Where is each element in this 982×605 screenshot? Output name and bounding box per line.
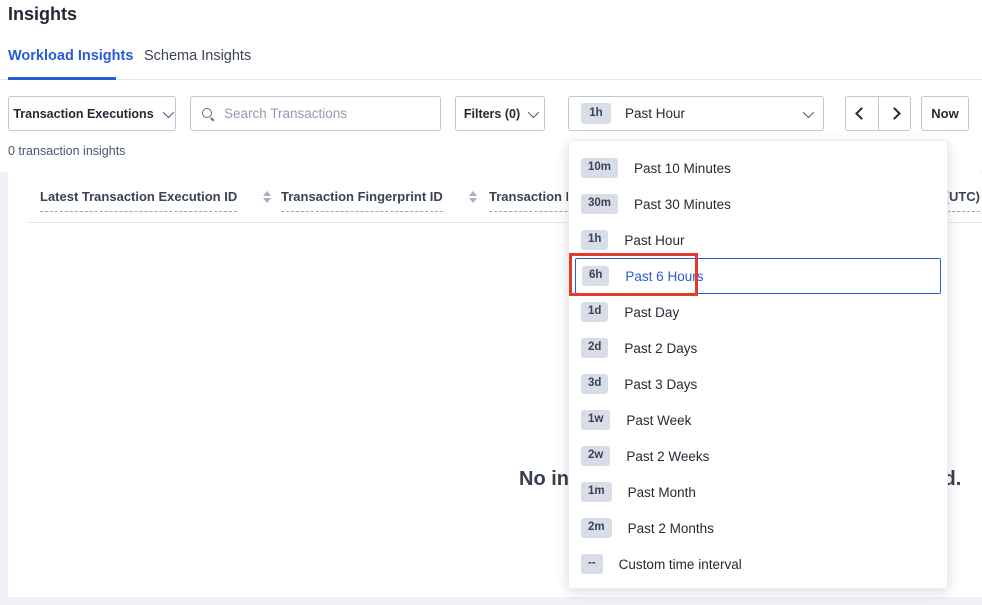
time-interval-dropdown: 10m Past 10 Minutes 30m Past 30 Minutes … (568, 140, 948, 589)
time-option-past-2-days[interactable]: 2d Past 2 Days (569, 330, 947, 366)
column-header-latest-transaction-execution-id[interactable]: Latest Transaction Execution ID (40, 188, 271, 212)
time-option-past-week[interactable]: 1w Past Week (569, 402, 947, 438)
time-interval-label: Past Hour (625, 106, 685, 121)
tab-schema-insights[interactable]: Schema Insights (144, 48, 251, 64)
search-input[interactable] (224, 106, 430, 121)
tab-workload-insights-label: Workload Insights (8, 48, 133, 64)
chevron-down-icon (162, 106, 173, 117)
insights-page: Insights Workload Insights Schema Insigh… (0, 0, 982, 605)
sort-icon[interactable] (263, 191, 271, 203)
time-option-label: Past 2 Months (628, 521, 714, 536)
filters-button[interactable]: Filters (0) (455, 96, 545, 131)
now-button[interactable]: Now (921, 96, 969, 131)
time-interval-select[interactable]: 1h Past Hour (568, 96, 824, 131)
chevron-left-icon (856, 107, 869, 120)
time-next-button[interactable] (878, 97, 910, 130)
time-option-badge: 2w (581, 446, 610, 466)
time-option-label: Past 3 Days (624, 377, 697, 392)
time-option-past-month[interactable]: 1m Past Month (569, 474, 947, 510)
time-option-label: Past 2 Weeks (626, 449, 709, 464)
time-option-badge: 10m (581, 158, 618, 178)
search-box (190, 96, 441, 131)
time-option-badge: 3d (581, 374, 608, 394)
time-option-badge: 1d (581, 302, 608, 322)
tabs-divider (0, 79, 982, 80)
workload-type-select-label: Transaction Executions (13, 107, 153, 121)
sort-icon[interactable] (469, 191, 477, 203)
time-option-past-30-minutes[interactable]: 30m Past 30 Minutes (569, 186, 947, 222)
time-option-badge: 2d (581, 338, 608, 358)
time-option-custom-time-interval[interactable]: -- Custom time interval (569, 546, 947, 582)
time-option-past-3-days[interactable]: 3d Past 3 Days (569, 366, 947, 402)
chevron-right-icon (888, 107, 901, 120)
time-option-label: Past 2 Days (624, 341, 697, 356)
insights-count: 0 transaction insights (8, 144, 125, 158)
time-option-past-2-weeks[interactable]: 2w Past 2 Weeks (569, 438, 947, 474)
time-option-badge: 1m (581, 482, 612, 502)
time-option-badge: 30m (581, 194, 618, 214)
time-option-label: Past Month (628, 485, 696, 500)
time-option-badge: 2m (581, 518, 612, 538)
time-option-past-2-months[interactable]: 2m Past 2 Months (569, 510, 947, 546)
workload-type-select[interactable]: Transaction Executions (8, 96, 176, 131)
time-option-label: Past 30 Minutes (634, 197, 731, 212)
time-option-label: Past Week (626, 413, 691, 428)
column-header-label: Latest Transaction Execution ID (40, 188, 237, 212)
page-title: Insights (8, 4, 77, 25)
column-header-label: Transaction Fingerprint ID (281, 188, 443, 212)
time-option-badge: 1w (581, 410, 610, 430)
time-nav-group (845, 96, 911, 131)
column-header-transaction-fingerprint-id[interactable]: Transaction Fingerprint ID (281, 188, 477, 212)
chevron-down-icon (528, 106, 539, 117)
annotation-highlight-box (569, 253, 698, 296)
active-tab-indicator (8, 77, 116, 80)
tab-workload-insights[interactable]: Workload Insights (8, 48, 133, 64)
filters-button-label: Filters (0) (464, 107, 520, 121)
time-option-label: Past 10 Minutes (634, 161, 731, 176)
time-interval-badge: 1h (581, 103, 611, 125)
chevron-down-icon (803, 106, 814, 117)
tab-schema-insights-label: Schema Insights (144, 48, 251, 64)
time-option-label: Custom time interval (619, 557, 742, 572)
search-icon (201, 107, 215, 121)
time-option-past-day[interactable]: 1d Past Day (569, 294, 947, 330)
time-option-badge: 1h (581, 230, 608, 250)
time-option-past-10-minutes[interactable]: 10m Past 10 Minutes (569, 150, 947, 186)
time-option-label: Past Day (624, 305, 679, 320)
time-prev-button[interactable] (846, 97, 878, 130)
time-option-badge: -- (581, 554, 603, 574)
time-option-label: Past Hour (624, 233, 684, 248)
